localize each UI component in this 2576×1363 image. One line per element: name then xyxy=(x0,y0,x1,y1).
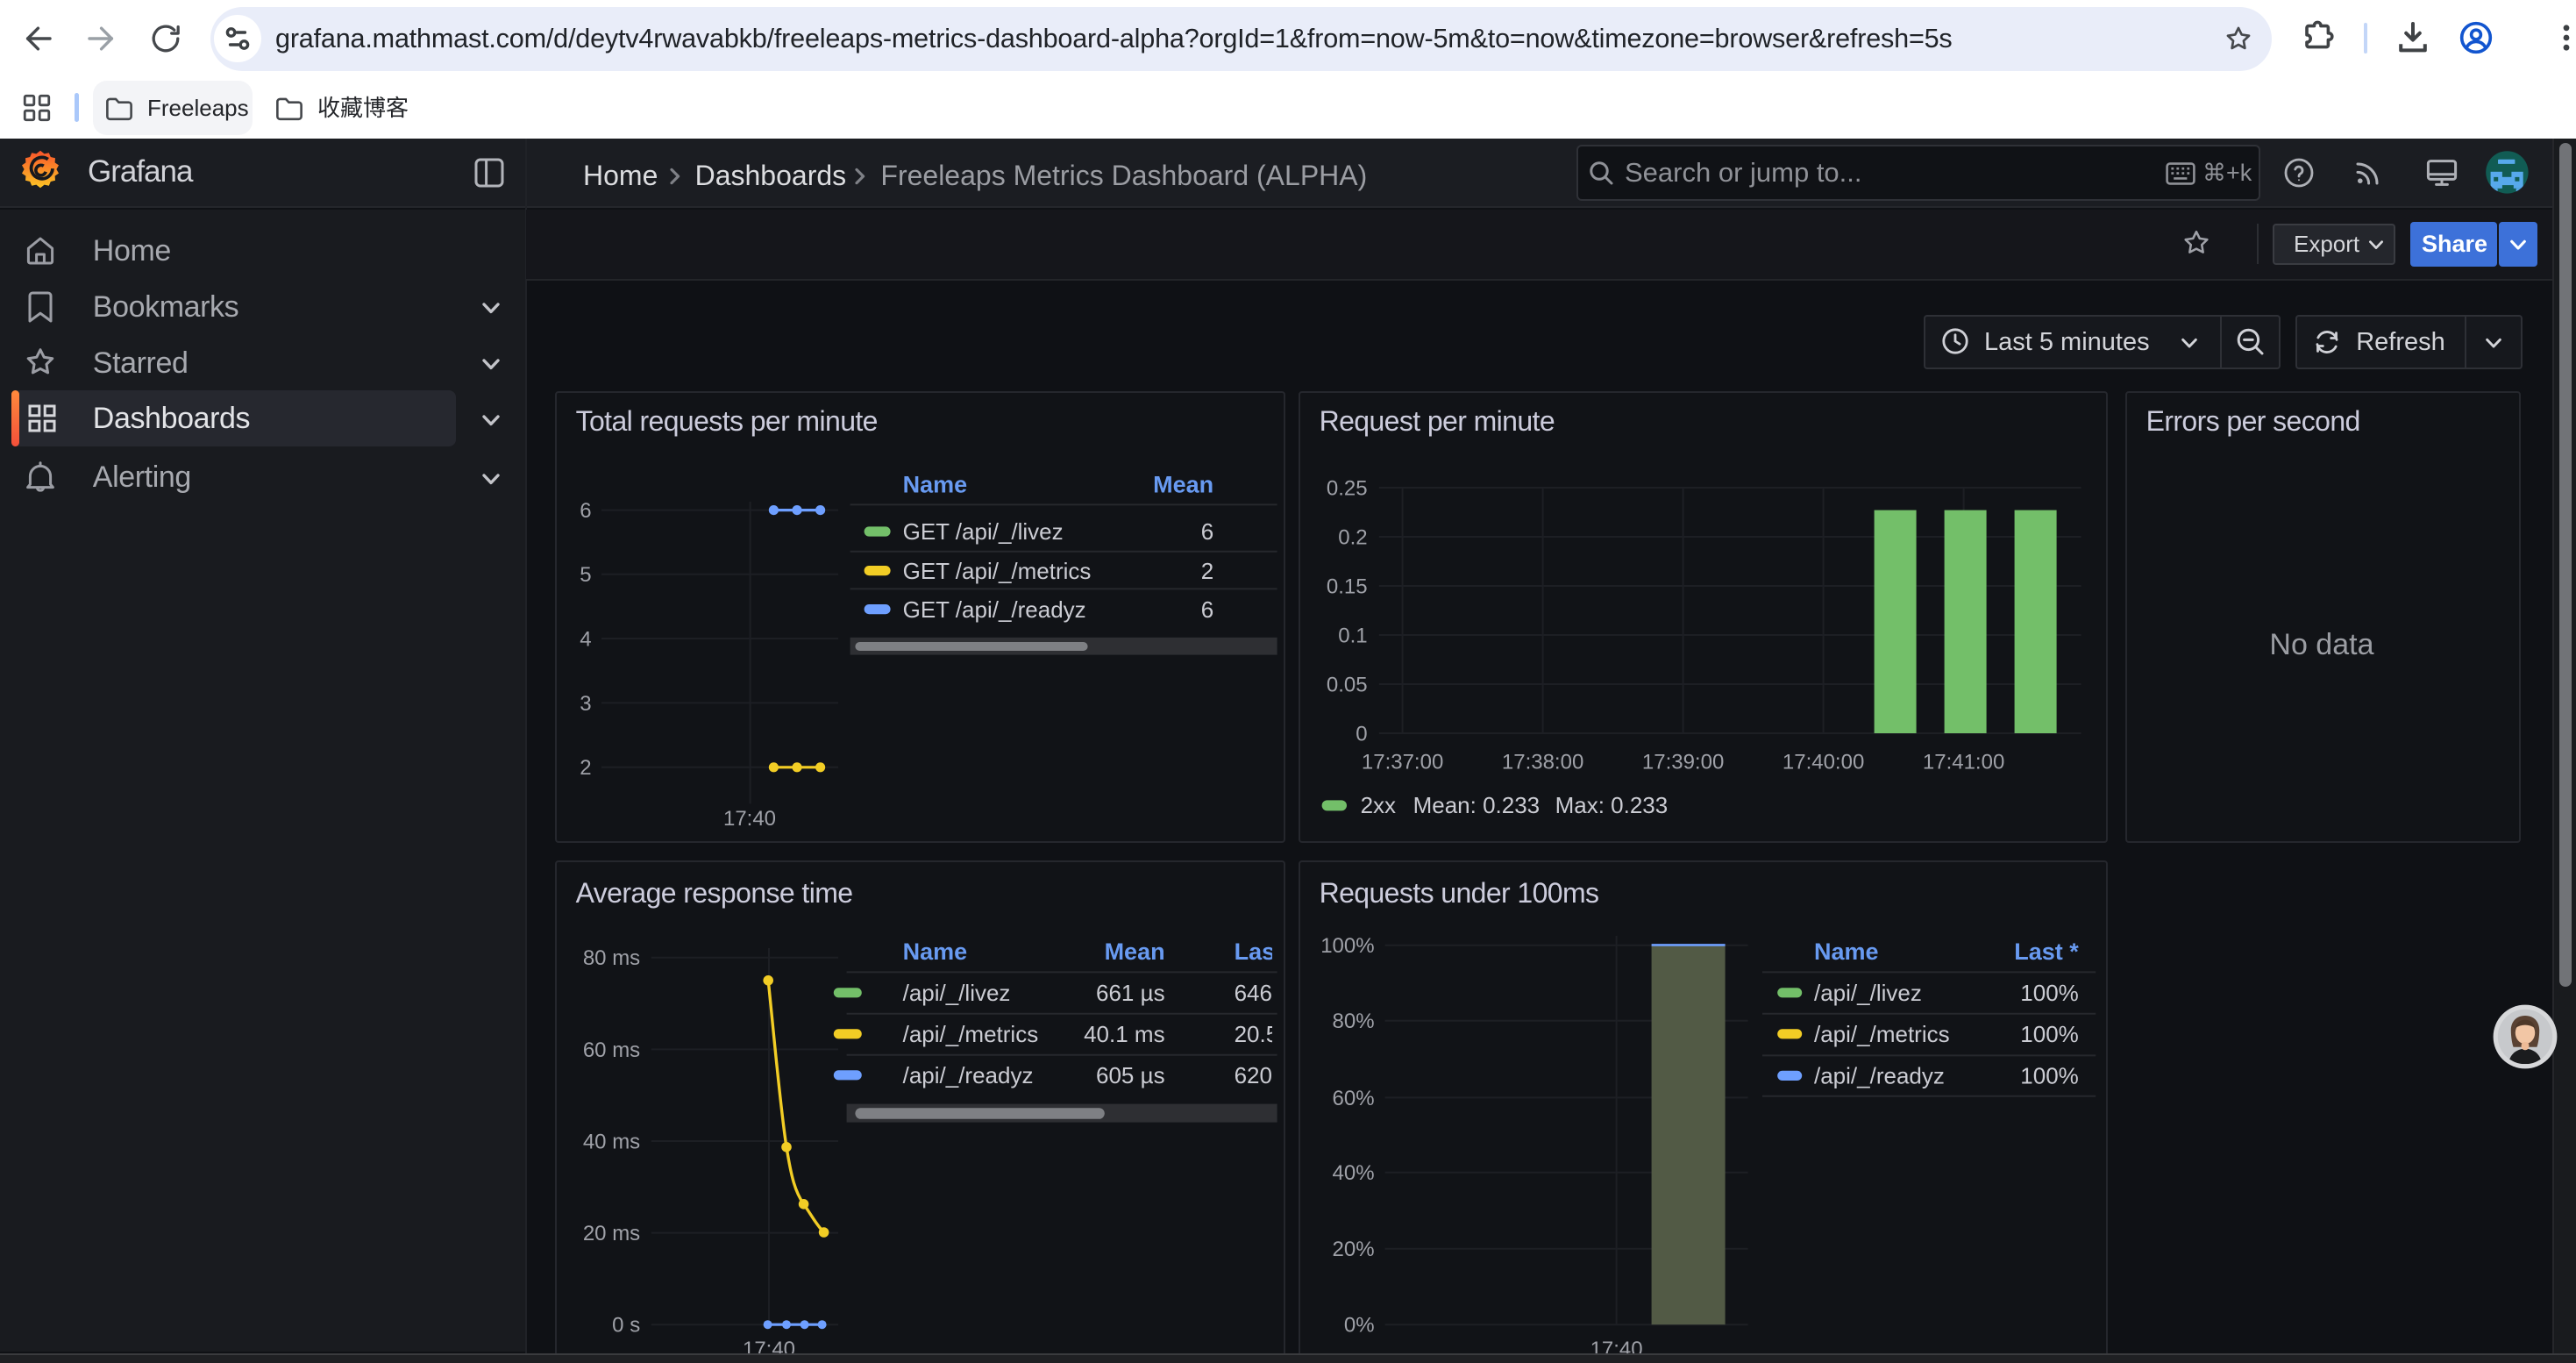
svg-text:100%: 100% xyxy=(2021,1063,2080,1089)
svg-text:100%: 100% xyxy=(2021,980,2080,1006)
svg-text:5: 5 xyxy=(580,563,592,587)
svg-text:17:40:00: 17:40:00 xyxy=(1783,750,1864,774)
svg-text:20.5 r: 20.5 r xyxy=(1235,1021,1285,1047)
svg-text:2: 2 xyxy=(1201,558,1213,584)
svg-text:0 s: 0 s xyxy=(613,1314,641,1338)
svg-text:620: 620 xyxy=(1235,1062,1272,1088)
svg-text:/api/_/readyz: /api/_/readyz xyxy=(903,1062,1034,1088)
svg-text:40 ms: 40 ms xyxy=(583,1131,640,1154)
svg-text:Last *: Last * xyxy=(2015,938,2080,965)
svg-text:Mean: Mean xyxy=(1105,938,1165,965)
svg-text:20 ms: 20 ms xyxy=(583,1222,640,1245)
svg-text:661 µs: 661 µs xyxy=(1096,980,1165,1006)
svg-text:2: 2 xyxy=(580,756,592,780)
svg-text:0%: 0% xyxy=(1344,1314,1375,1338)
svg-text:17:37:00: 17:37:00 xyxy=(1362,750,1443,774)
svg-text:80 ms: 80 ms xyxy=(583,946,640,970)
svg-text:GET /api/_/livez: GET /api/_/livez xyxy=(903,518,1064,545)
svg-text:40%: 40% xyxy=(1333,1161,1375,1185)
svg-text:605 µs: 605 µs xyxy=(1096,1062,1165,1088)
svg-text:17:40: 17:40 xyxy=(723,807,776,831)
svg-text:646: 646 xyxy=(1235,980,1272,1006)
svg-text:/api/_/metrics: /api/_/metrics xyxy=(1814,1021,1950,1047)
svg-text:40.1 ms: 40.1 ms xyxy=(1084,1021,1165,1047)
svg-text:0.2: 0.2 xyxy=(1339,525,1368,549)
svg-text:100%: 100% xyxy=(2021,1021,2080,1047)
svg-text:100%: 100% xyxy=(1321,934,1375,958)
svg-text:60%: 60% xyxy=(1333,1087,1375,1110)
svg-text:3: 3 xyxy=(580,692,592,716)
svg-text:60 ms: 60 ms xyxy=(583,1038,640,1062)
svg-text:17:41:00: 17:41:00 xyxy=(1923,750,2004,774)
svg-text:6: 6 xyxy=(1201,596,1213,623)
svg-text:Max: 0.233: Max: 0.233 xyxy=(1555,792,1669,818)
svg-text:Mean: Mean xyxy=(1154,471,1214,497)
svg-text:/api/_/livez: /api/_/livez xyxy=(903,980,1011,1006)
svg-text:Name: Name xyxy=(1814,938,1879,965)
svg-text:6: 6 xyxy=(1201,518,1213,545)
svg-text:/api/_/metrics: /api/_/metrics xyxy=(903,1021,1039,1047)
svg-text:/api/_/readyz: /api/_/readyz xyxy=(1814,1063,1945,1089)
svg-text:GET /api/_/readyz: GET /api/_/readyz xyxy=(903,596,1086,623)
svg-text:Mean: 0.233: Mean: 0.233 xyxy=(1413,792,1541,818)
svg-text:/api/_/livez: /api/_/livez xyxy=(1814,980,1922,1006)
svg-text:4: 4 xyxy=(580,627,592,651)
svg-text:Name: Name xyxy=(903,938,968,965)
svg-text:20%: 20% xyxy=(1333,1238,1375,1261)
svg-text:Name: Name xyxy=(903,471,968,497)
svg-text:17:39:00: 17:39:00 xyxy=(1642,750,1724,774)
svg-text:Last *: Last * xyxy=(1235,938,1285,965)
svg-text:0.05: 0.05 xyxy=(1327,673,1368,696)
svg-text:0.1: 0.1 xyxy=(1339,624,1368,647)
svg-text:0.25: 0.25 xyxy=(1327,476,1368,500)
svg-text:0: 0 xyxy=(1356,722,1368,746)
svg-text:6: 6 xyxy=(580,499,592,523)
svg-text:0.15: 0.15 xyxy=(1327,574,1368,598)
svg-text:17:38:00: 17:38:00 xyxy=(1502,750,1583,774)
svg-text:2xx: 2xx xyxy=(1361,792,1396,818)
svg-text:80%: 80% xyxy=(1333,1010,1375,1033)
svg-text:GET /api/_/metrics: GET /api/_/metrics xyxy=(903,558,1092,584)
